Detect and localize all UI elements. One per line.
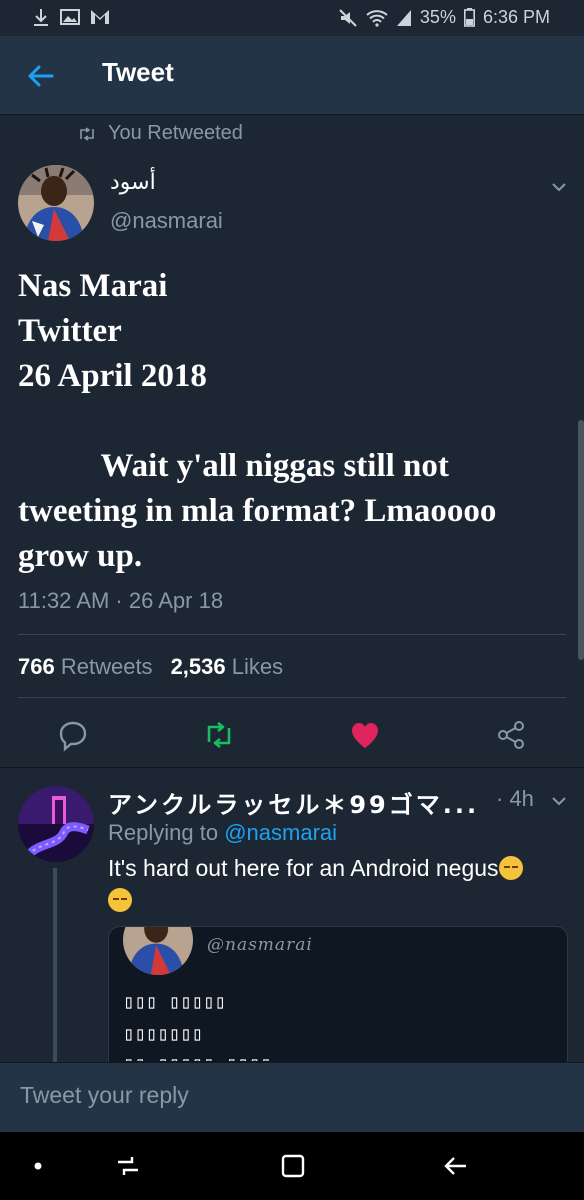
page-title: Tweet <box>102 57 174 87</box>
chevron-down-icon[interactable] <box>548 176 570 198</box>
reply-input[interactable] <box>18 1081 562 1110</box>
thread-line <box>53 868 57 1063</box>
mention-link[interactable]: @nasmarai <box>224 820 337 845</box>
retweets-count: 766 <box>18 654 55 679</box>
author-display-name[interactable]: أسود <box>110 170 156 195</box>
replying-to: Replying to @nasmarai <box>108 820 337 846</box>
recents-icon[interactable] <box>110 1148 146 1184</box>
top-app-bar: Tweet <box>0 36 584 115</box>
reply-author-photo <box>18 786 94 862</box>
replying-to-label: Replying to <box>108 820 219 845</box>
likes-stat[interactable]: 2,536 Likes <box>171 654 284 680</box>
reply-text: It's hard out here for an Android negus <box>108 855 499 881</box>
arrow-left-icon[interactable] <box>22 58 58 94</box>
download-icon <box>34 9 48 26</box>
embed-text-line: ▯▯▯ ▯▯▯▯▯ <box>123 991 226 1013</box>
clock: 6:36 PM <box>482 7 550 27</box>
retweets-label: Retweets <box>60 654 153 679</box>
reply-avatar[interactable] <box>18 786 94 862</box>
embed-handle: @nasmarai <box>207 935 313 955</box>
mute-icon <box>339 8 357 27</box>
signal-icon <box>396 9 411 26</box>
tweet-timestamp: 11:32 AM · 26 Apr 18 <box>18 588 224 613</box>
reply-icon[interactable] <box>56 718 90 752</box>
image-icon <box>60 9 80 25</box>
recent-dot-icon[interactable] <box>20 1148 56 1184</box>
reply-time: · 4h <box>496 786 534 811</box>
retweet-icon[interactable] <box>202 718 236 752</box>
divider <box>18 634 566 635</box>
avatar[interactable] <box>18 165 94 241</box>
likes-count: 2,536 <box>170 654 226 679</box>
sleepy-face-emoji-icon <box>498 856 523 880</box>
chevron-down-icon[interactable] <box>548 790 570 812</box>
divider <box>0 767 584 768</box>
status-bar: 35% 6:36 PM <box>0 0 584 36</box>
back-icon[interactable] <box>438 1148 474 1184</box>
scrollbar[interactable] <box>578 420 584 660</box>
author-photo <box>18 165 94 241</box>
pensive-face-emoji-icon <box>108 888 132 912</box>
heart-icon[interactable] <box>348 718 382 752</box>
retweet-context: You Retweeted <box>78 122 243 145</box>
tweet-text: Nas Marai Twitter 26 April 2018 Wait y'a… <box>18 268 497 574</box>
gmail-icon <box>91 10 109 24</box>
author-handle[interactable]: @nasmarai <box>110 208 223 234</box>
home-icon[interactable] <box>275 1148 311 1184</box>
embed-text-line: ▯▯▯▯▯▯▯ <box>123 1023 204 1045</box>
share-icon[interactable] <box>494 718 528 752</box>
retweets-stat[interactable]: 766 Retweets <box>18 654 153 680</box>
embed-text-line: ▯▯ ▯▯▯▯▯ ▯▯▯▯ <box>123 1053 272 1061</box>
tweet-stats: 766 Retweets 2,536 Likes <box>18 654 283 680</box>
reply-composer <box>0 1062 584 1133</box>
system-nav-bar <box>0 1132 584 1200</box>
reply-display-name[interactable]: アンクルラッセル＊99ゴマ... <box>108 785 498 820</box>
reply-body: It's hard out here for an Android negus <box>108 852 566 916</box>
embed-avatar <box>123 927 193 975</box>
embed-author-photo <box>123 927 193 975</box>
divider <box>18 697 566 698</box>
battery-percent: 35% <box>419 7 456 27</box>
reply-media[interactable]: @nasmarai ▯▯▯ ▯▯▯▯▯ ▯▯▯▯▯▯▯ ▯▯ ▯▯▯▯▯ ▯▯▯… <box>108 926 568 1068</box>
battery-icon <box>463 8 475 27</box>
likes-label: Likes <box>231 654 284 679</box>
tweet-action-bar <box>0 710 584 760</box>
wifi-icon <box>366 9 388 27</box>
retweet-small-icon <box>80 126 94 141</box>
retweet-context-label: You Retweeted <box>108 122 243 144</box>
